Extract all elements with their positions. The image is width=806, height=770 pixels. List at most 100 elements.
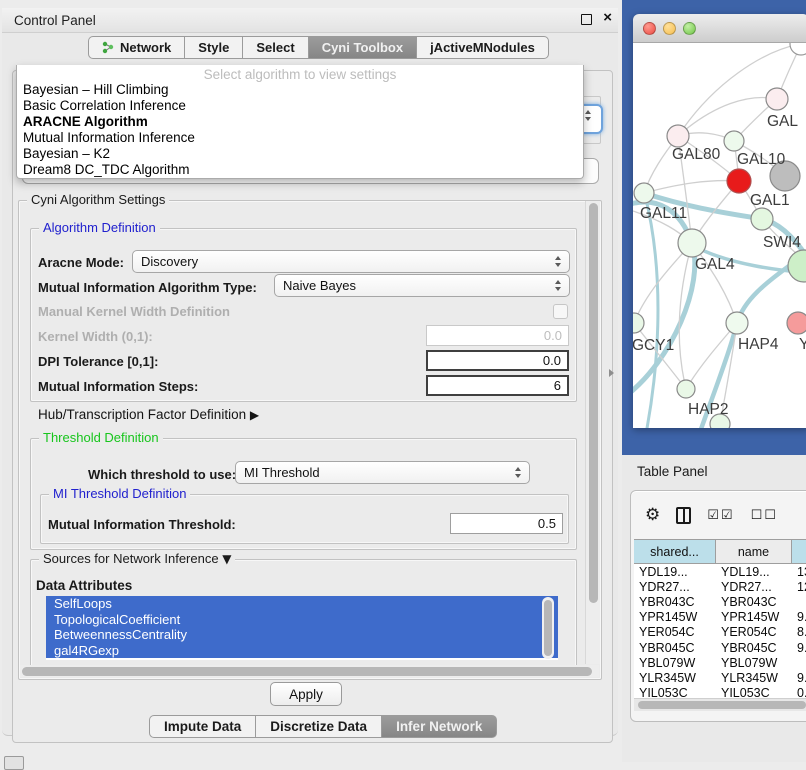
algorithm-options-list: Bayesian – Hill ClimbingBasic Correlatio…	[17, 82, 583, 178]
dpi-tolerance-value: 0.0	[543, 353, 561, 368]
table-row[interactable]: YBL079WYBL079W	[634, 655, 806, 670]
tab-network[interactable]: Network	[88, 36, 184, 59]
hub-definition-expander[interactable]: Hub/Transcription Factor Definition ▶	[38, 407, 259, 422]
table-cell: YPR145W	[716, 610, 792, 625]
table-cell: YBR043C	[716, 594, 792, 609]
network-edge-highlighted[interactable]	[639, 195, 658, 428]
algorithm-option[interactable]: Bayesian – K2	[17, 146, 583, 162]
data-attribute-item[interactable]: BetweennessCentrality	[46, 627, 558, 643]
apply-button[interactable]: Apply	[270, 682, 342, 706]
close-traffic-light-icon[interactable]	[643, 22, 656, 35]
network-node[interactable]	[677, 380, 695, 398]
manual-kernel-checkbox[interactable]	[553, 304, 568, 319]
network-node[interactable]	[788, 250, 806, 282]
dpi-tolerance-field[interactable]: 0.0	[426, 350, 569, 371]
hub-definition-label: Hub/Transcription Factor Definition	[38, 407, 246, 422]
tab-style[interactable]: Style	[184, 36, 242, 59]
combo-stepper	[555, 280, 561, 291]
network-graph[interactable]: GALGAL80GAL10GAL1GAL11SWI4GAL4GCY1HAP4YH…	[633, 43, 806, 428]
table-row[interactable]: YBR043CYBR043C	[634, 594, 806, 609]
settings-vscrollbar-thumb[interactable]	[589, 203, 598, 603]
algorithm-option[interactable]: Basic Correlation Inference	[17, 98, 583, 114]
network-node[interactable]	[633, 313, 644, 333]
network-node[interactable]	[727, 169, 751, 193]
network-node[interactable]	[726, 312, 748, 334]
algorithm-dropdown-placeholder: Select algorithm to view settings	[17, 65, 583, 82]
column-header[interactable]: A	[792, 540, 806, 563]
data-attributes-label: Data Attributes	[36, 578, 132, 593]
group-title: Threshold Definition	[39, 430, 163, 445]
aracne-mode-combo[interactable]: Discovery	[132, 250, 570, 273]
group-title: Cyni Algorithm Settings	[27, 192, 169, 207]
network-window-titlebar[interactable]	[633, 14, 806, 43]
table-hscrollbar-track[interactable]	[634, 698, 806, 711]
gear-icon[interactable]: ⚙	[645, 507, 660, 524]
algorithm-option[interactable]: ARACNE Algorithm	[17, 114, 583, 130]
split-columns-icon[interactable]	[676, 507, 691, 524]
table-row[interactable]: YER054CYER054C8.	[634, 625, 806, 640]
dpi-tolerance-label: DPI Tolerance [0,1]:	[38, 354, 158, 369]
control-panel-window: Control Panel × Network Style Select Cyn…	[2, 8, 618, 736]
panel-splitter-handle[interactable]	[609, 369, 614, 377]
table-panel-box: ⚙ ☑☑ ☐☐ shared...nameA YDL19...YDL19...1…	[630, 490, 806, 722]
table-row[interactable]: YBR045CYBR045C9.	[634, 640, 806, 655]
column-header[interactable]: name	[716, 540, 792, 563]
table-cell: YBR045C	[634, 640, 716, 655]
data-attribute-item[interactable]: TopologicalCoefficient	[46, 612, 558, 628]
network-node[interactable]	[790, 43, 806, 55]
data-attribute-item[interactable]: gal4RGexp	[46, 643, 558, 659]
tab-discretize-data[interactable]: Discretize Data	[255, 715, 381, 738]
minimize-traffic-light-icon[interactable]	[663, 22, 676, 35]
close-icon[interactable]: ×	[603, 9, 612, 26]
table-row[interactable]: YPR145WYPR145W9.	[634, 610, 806, 625]
network-node[interactable]	[724, 131, 744, 151]
zoom-traffic-light-icon[interactable]	[683, 22, 696, 35]
network-node[interactable]	[787, 312, 806, 334]
algorithm-option[interactable]: Dream8 DC_TDC Algorithm	[17, 162, 583, 178]
mi-threshold-field[interactable]: 0.5	[450, 513, 563, 534]
settings-vscrollbar-track[interactable]	[585, 201, 600, 664]
network-node[interactable]	[667, 125, 689, 147]
minimized-panel-button[interactable]	[4, 756, 24, 770]
table-cell: YIL053C	[634, 686, 716, 699]
tab-cyni-toolbox[interactable]: Cyni Toolbox	[308, 36, 416, 59]
table-row[interactable]: YLR345WYLR345W9.	[634, 670, 806, 685]
network-canvas[interactable]: GALGAL80GAL10GAL1GAL11SWI4GAL4GCY1HAP4YH…	[633, 43, 806, 428]
algorithm-option[interactable]: Bayesian – Hill Climbing	[17, 82, 583, 98]
tab-jactivemnodules[interactable]: jActiveMNodules	[416, 36, 549, 59]
mi-type-combo[interactable]: Naive Bayes	[274, 274, 570, 297]
table-cell: YIL053C	[716, 686, 792, 699]
control-panel-tabs: Network Style Select Cyni Toolbox jActiv…	[88, 36, 549, 59]
attributes-scrollbar-thumb[interactable]	[544, 600, 552, 656]
which-threshold-combo[interactable]: MI Threshold	[235, 461, 530, 484]
settings-hscrollbar-track[interactable]	[20, 665, 599, 677]
table-hscrollbar-thumb[interactable]	[638, 701, 806, 709]
tab-infer-network[interactable]: Infer Network	[381, 715, 497, 738]
mi-steps-field[interactable]: 6	[426, 375, 569, 396]
table-cell: YDL19...	[716, 564, 792, 579]
data-attribute-item[interactable]: SelfLoops	[46, 596, 558, 612]
network-node-label: GCY1	[633, 337, 674, 354]
checked-pair-icon[interactable]: ☑☑	[707, 509, 734, 522]
network-node[interactable]	[751, 208, 773, 230]
attributes-scrollbar-track[interactable]	[542, 597, 554, 659]
network-node-label: HAP4	[738, 336, 779, 353]
network-edge[interactable]	[686, 323, 737, 389]
column-header[interactable]: shared...	[634, 540, 716, 563]
unchecked-pair-icon[interactable]: ☐☐	[751, 509, 778, 522]
tab-impute-data[interactable]: Impute Data	[149, 715, 255, 738]
table-cell: 12	[792, 579, 806, 594]
table-row[interactable]: YDL19...YDL19...13	[634, 564, 806, 579]
sources-group-title[interactable]: Sources for Network Inference ▼	[39, 551, 235, 566]
settings-hscrollbar-thumb[interactable]	[22, 667, 592, 676]
network-node-label: GAL4	[695, 256, 735, 273]
network-node[interactable]	[678, 229, 706, 257]
float-window-icon[interactable]	[581, 14, 592, 25]
network-node[interactable]	[766, 88, 788, 110]
table-row[interactable]: YDR27...YDR27...12	[634, 579, 806, 594]
algorithm-option[interactable]: Mutual Information Inference	[17, 130, 583, 146]
network-edge[interactable]	[644, 181, 739, 193]
table-row[interactable]: YIL053CYIL053C0.	[634, 686, 806, 699]
tab-select[interactable]: Select	[242, 36, 307, 59]
network-node[interactable]	[634, 183, 654, 203]
